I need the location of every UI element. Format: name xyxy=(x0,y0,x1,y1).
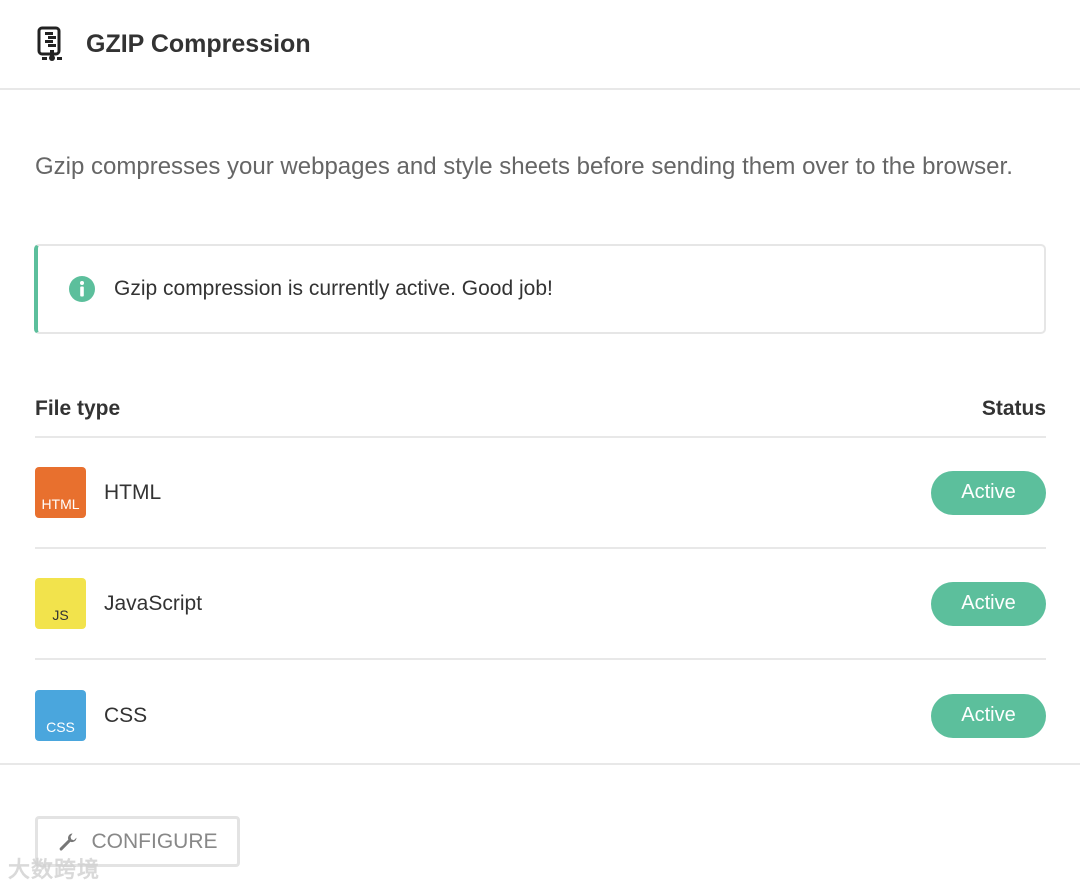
compress-icon xyxy=(36,26,68,62)
page-title: GZIP Compression xyxy=(86,29,311,58)
column-header-status: Status xyxy=(981,397,1046,420)
file-cell: JS JavaScript xyxy=(35,578,202,629)
page-header: GZIP Compression xyxy=(0,0,1080,90)
file-name: CSS xyxy=(104,703,148,727)
status-badge: Active xyxy=(931,693,1046,738)
table-row: JS JavaScript Active xyxy=(35,549,1046,660)
notice-text: Gzip compression is currently active. Go… xyxy=(114,277,553,300)
status-badge: Active xyxy=(931,470,1046,515)
js-file-icon: JS xyxy=(35,578,86,629)
file-cell: HTML HTML xyxy=(35,467,161,518)
file-type-table: File type Status HTML HTML Active JS Jav… xyxy=(35,384,1046,771)
column-header-file-type: File type xyxy=(35,397,121,420)
info-icon xyxy=(68,275,96,303)
wrench-icon xyxy=(58,832,78,852)
status-badge: Active xyxy=(931,581,1046,626)
footer-divider xyxy=(0,763,1080,765)
configure-label: CONFIGURE xyxy=(91,829,218,853)
html-file-icon: HTML xyxy=(35,467,86,518)
file-cell: CSS CSS xyxy=(35,690,147,741)
description-text: Gzip compresses your webpages and style … xyxy=(35,153,1013,180)
watermark-logo: 大数跨境 xyxy=(8,857,101,882)
table-header: File type Status xyxy=(35,384,1046,438)
table-row: HTML HTML Active xyxy=(35,438,1046,549)
status-notice: Gzip compression is currently active. Go… xyxy=(34,244,1046,334)
file-name: JavaScript xyxy=(104,591,203,615)
css-file-icon: CSS xyxy=(35,690,86,741)
file-name: HTML xyxy=(104,480,162,504)
table-row: CSS CSS Active xyxy=(35,660,1046,771)
